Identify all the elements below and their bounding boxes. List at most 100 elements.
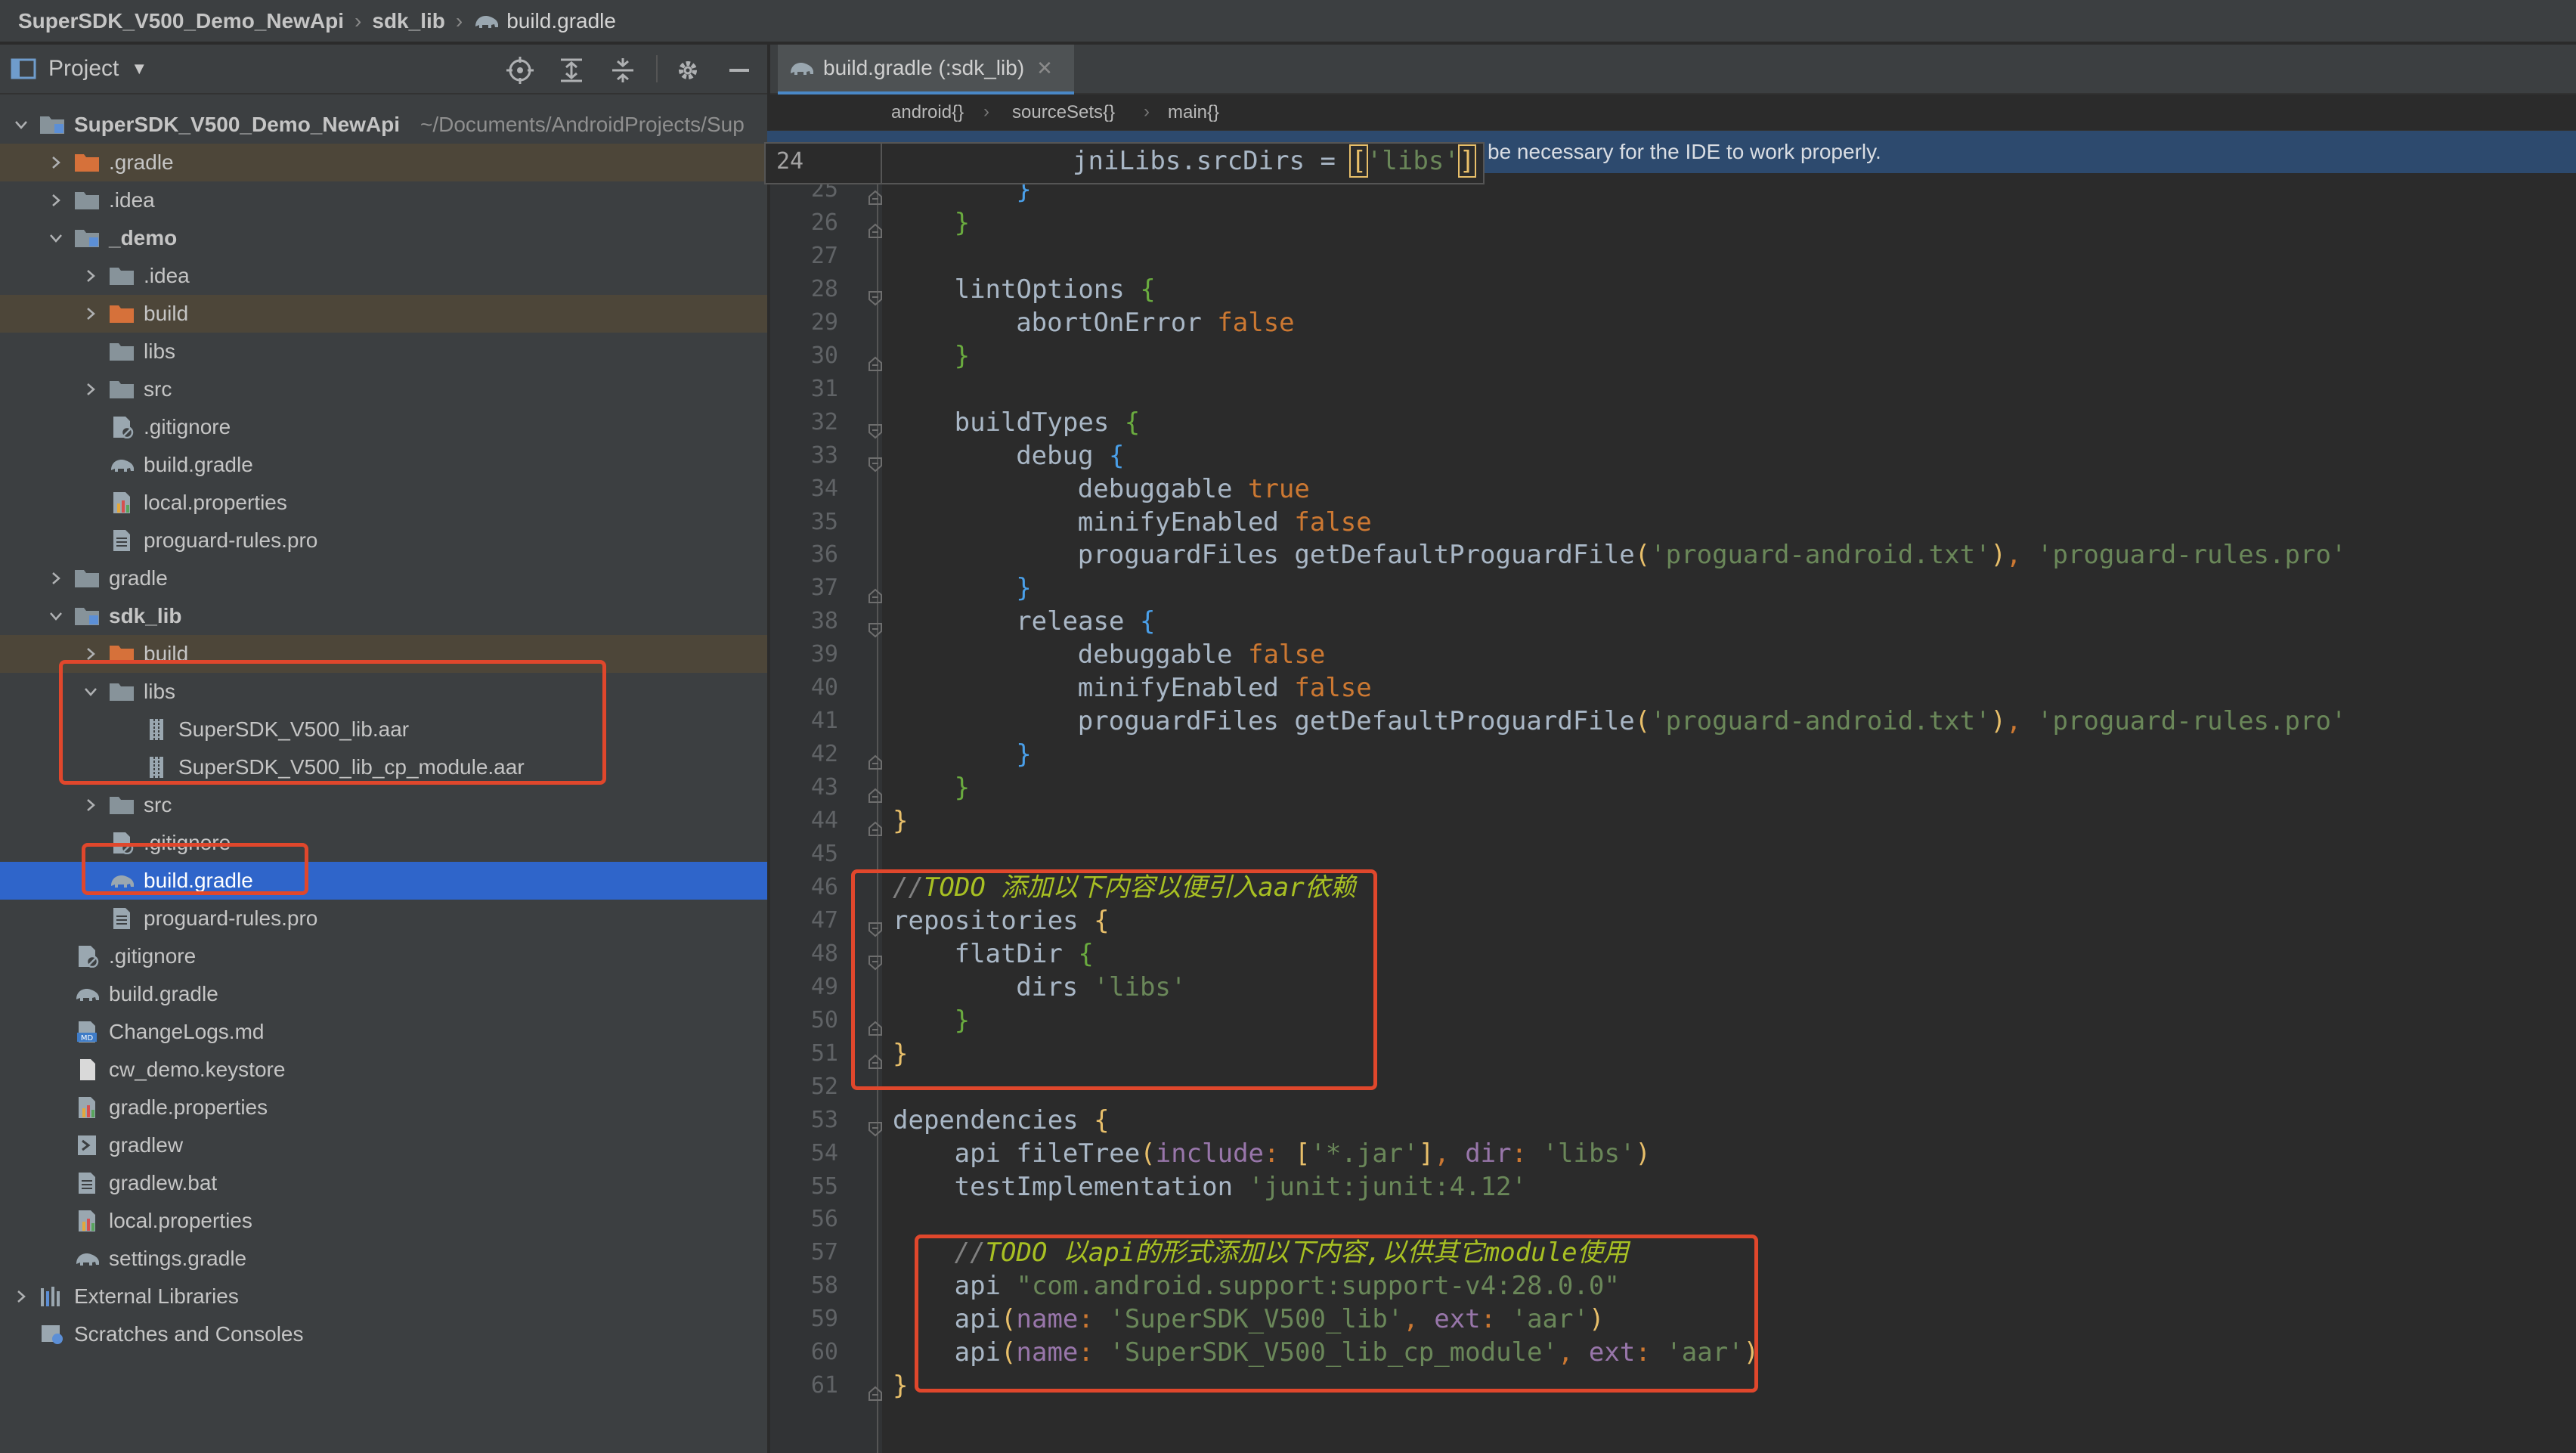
tree-item[interactable]: _demo [0,219,767,257]
tree-item[interactable]: SuperSDK_V500_Demo_NewApi ~/Documents/And… [0,106,767,144]
code-line[interactable]: 38 release { [770,605,2576,638]
tree-item[interactable]: build.gradle [0,446,767,484]
code-token: buildTypes [954,407,1125,438]
tree-item[interactable]: .gitignore [0,408,767,446]
tree-item[interactable]: .gradle [0,144,767,181]
close-icon[interactable]: ✕ [1036,57,1053,80]
code-line[interactable]: 28 lintOptions { [770,273,2576,306]
code-line[interactable]: 35 minifyEnabled false [770,506,2576,539]
code-line[interactable]: 45 [770,838,2576,871]
fold-end-icon[interactable] [867,779,884,804]
tree-item[interactable]: src [0,786,767,824]
code-line[interactable]: 29 abortOnError false [770,306,2576,339]
crumb-main[interactable]: main{} [1168,102,1219,123]
code-line[interactable]: 40 minifyEnabled false [770,671,2576,705]
locate-icon[interactable] [505,55,535,85]
tree-item[interactable]: proguard-rules.pro [0,900,767,937]
chevron-down-icon[interactable] [48,231,63,246]
fold-end-icon[interactable] [867,1377,884,1402]
chevron-right-icon[interactable] [83,382,98,397]
breadcrumb-module[interactable]: sdk_lib [372,9,444,33]
tree-item[interactable]: gradle.properties [0,1089,767,1126]
tree-item[interactable]: cw_demo.keystore [0,1051,767,1089]
tree-item-label: .gradle [109,150,174,174]
code-line[interactable]: 27 [770,240,2576,273]
tree-item[interactable]: .idea [0,257,767,295]
breadcrumb-file[interactable]: build.gradle [506,9,616,33]
code-line[interactable]: 36 proguardFiles getDefaultProguardFile('… [770,538,2576,572]
chevron-right-icon[interactable] [83,306,98,321]
chevron-right-icon[interactable] [48,193,63,208]
crumb-android[interactable]: android{} [891,102,964,123]
chevron-right-icon[interactable] [83,798,98,813]
expand-all-icon[interactable] [556,55,587,85]
gear-icon[interactable] [673,55,703,85]
fold-end-icon[interactable] [867,746,884,770]
code-line[interactable]: 54 api fileTree(include: ['*.jar'], dir: … [770,1137,2576,1170]
project-view-selector[interactable]: Project [48,56,119,82]
chevron-down-icon[interactable]: ▼ [131,59,147,79]
tab-build-gradle[interactable]: build.gradle (:sdk_lib) ✕ [778,45,1074,94]
code-line[interactable]: 32 buildTypes { [770,406,2576,439]
tree-item[interactable]: gradlew.bat [0,1164,767,1202]
tree-item[interactable]: .idea [0,181,767,219]
code-line[interactable]: 37} [770,572,2576,605]
tree-item[interactable]: local.properties [0,1202,767,1240]
crumb-sourcesets[interactable]: sourceSets{} [1012,102,1115,123]
code-line[interactable]: 26} [770,206,2576,240]
tree-item[interactable]: gradlew [0,1126,767,1164]
chevron-right-icon[interactable] [48,155,63,170]
code-line[interactable]: 53 dependencies { [770,1104,2576,1137]
collapse-all-icon[interactable] [608,55,638,85]
code-line[interactable]: 41 proguardFiles getDefaultProguardFile('… [770,705,2576,738]
code-line[interactable]: 39 debuggable false [770,638,2576,671]
tree-item[interactable]: sdk_lib [0,597,767,635]
code-line[interactable]: 31 [770,373,2576,406]
code-token: ( [1634,706,1651,737]
tree-item[interactable]: libs [0,333,767,370]
fold-end-icon[interactable] [867,813,884,837]
folder-icon [74,189,100,212]
fold-start-icon[interactable] [867,414,884,438]
chevron-right-icon[interactable] [83,646,98,661]
code-line[interactable]: 33 debug { [770,439,2576,472]
chevron-right-icon[interactable] [83,268,98,283]
tree-item[interactable]: build.gradle [0,975,767,1013]
fold-end-icon[interactable] [867,580,884,604]
tree-item[interactable]: MD ChangeLogs.md [0,1013,767,1051]
tree-item[interactable]: src [0,370,767,408]
fold-start-icon[interactable] [867,613,884,638]
tree-item[interactable]: proguard-rules.pro [0,522,767,559]
code-line[interactable]: 55 testImplementation 'junit:junit:4.12' [770,1170,2576,1204]
chevron-down-icon[interactable] [48,609,63,624]
tree-item[interactable]: local.properties [0,484,767,522]
fold-start-icon[interactable] [867,1112,884,1136]
tree-item-label: cw_demo.keystore [109,1058,286,1081]
tree-item[interactable]: build [0,295,767,333]
tree-item[interactable]: gradle [0,559,767,597]
line-number: 40 [810,674,838,702]
chevron-right-icon[interactable] [14,1289,29,1304]
tree-item[interactable]: Scratches and Consoles [0,1315,767,1353]
module-folder-icon [39,113,65,136]
tree-item[interactable]: .gitignore [0,937,767,975]
minimize-icon[interactable] [724,55,754,85]
fold-end-icon[interactable] [867,348,884,371]
code-token: 'libs' [1542,1138,1636,1169]
chevron-down-icon[interactable] [14,117,29,132]
code-line[interactable]: 42} [770,738,2576,771]
code-line[interactable]: 30} [770,339,2576,373]
tree-item-label: local.properties [109,1209,252,1232]
code-line[interactable]: 56 [770,1203,2576,1236]
code-line[interactable]: 43} [770,771,2576,804]
breadcrumb-project[interactable]: SuperSDK_V500_Demo_NewApi [18,9,344,33]
chevron-right-icon[interactable] [48,571,63,586]
tree-item[interactable]: External Libraries [0,1278,767,1315]
code-line[interactable]: 34 debuggable true [770,472,2576,506]
code-line[interactable]: 44} [770,804,2576,838]
tree-item[interactable]: settings.gradle [0,1240,767,1278]
fold-start-icon[interactable] [867,281,884,306]
fold-end-icon[interactable] [867,215,884,238]
fold-start-icon[interactable] [867,448,884,472]
tree-item-label: settings.gradle [109,1247,247,1270]
